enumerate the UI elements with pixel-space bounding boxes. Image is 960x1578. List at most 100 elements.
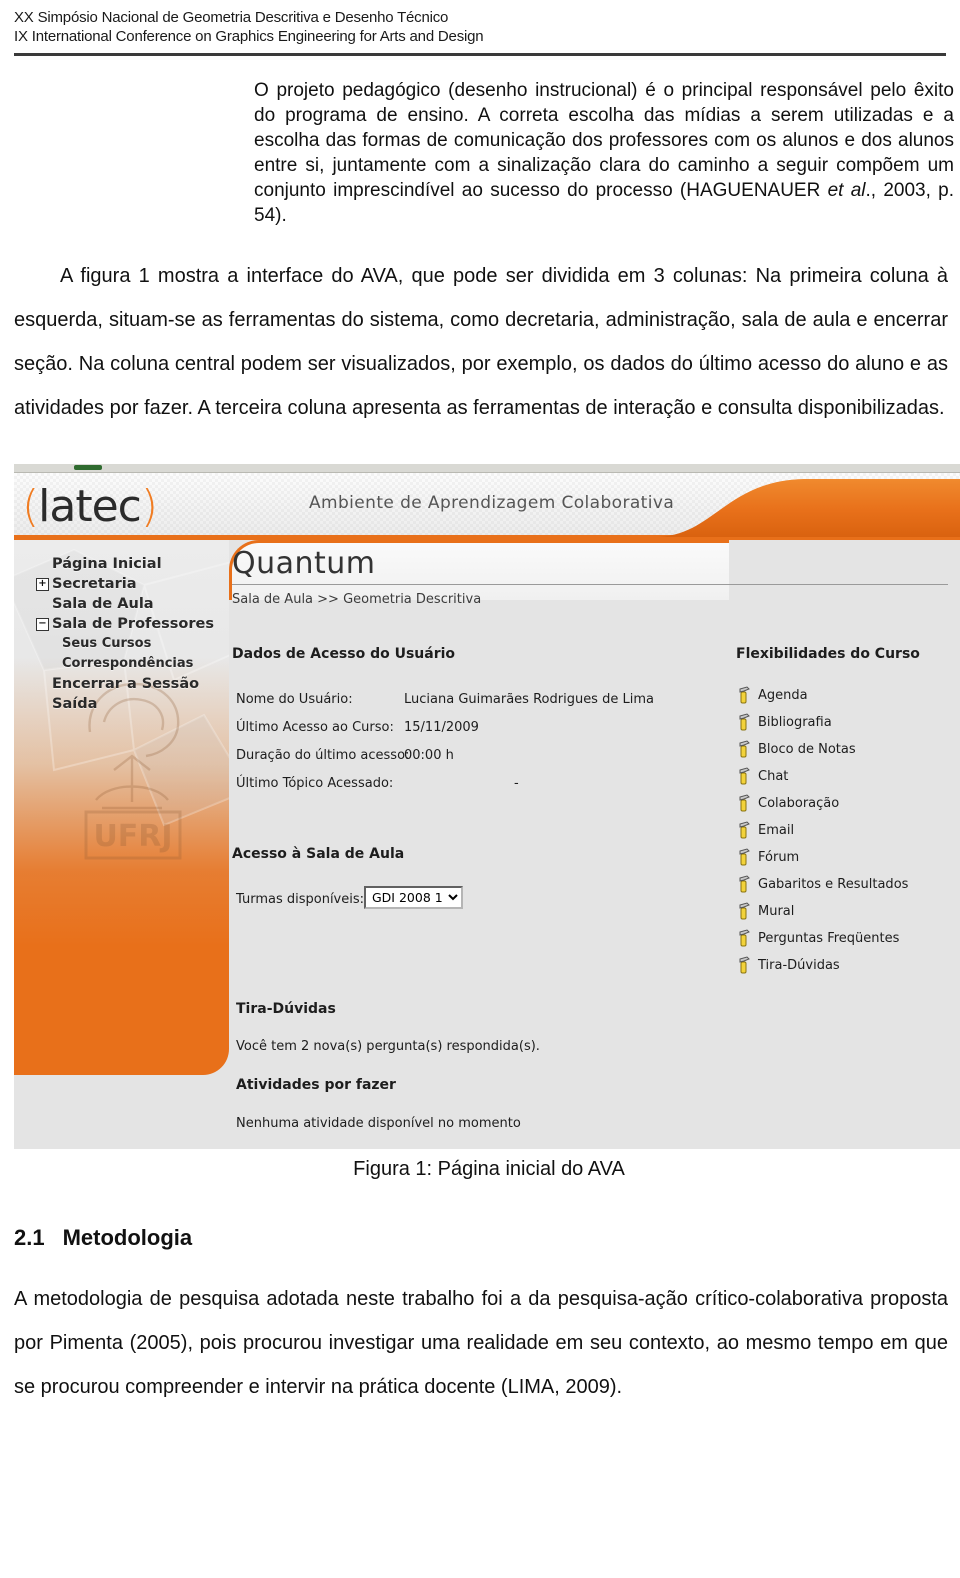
block-quote: O projeto pedagógico (desenho instrucion… [254,78,954,228]
label-ultimo-acesso: Último Acesso ao Curso: [236,720,394,735]
value-ultimo-acesso: 15/11/2009 [404,720,479,735]
sidebar-item-secretaria[interactable]: + Secretaria [14,574,229,594]
app-title: Quantum [232,546,376,581]
section-title-user-access: Dados de Acesso do Usuário [232,646,456,662]
sidebar-item-label: Sala de Professores [52,616,215,632]
tools-icon [739,956,750,974]
tools-icon [739,713,750,731]
tool-label: Chat [758,769,789,784]
section-title: Metodologia [62,1225,193,1250]
section-title-flexibilidades: Flexibilidades do Curso [736,646,920,662]
tool-label: Agenda [758,688,808,703]
expand-plus-icon[interactable]: + [36,578,49,591]
tool-item-tira-duvidas[interactable]: Tira-Dúvidas [736,952,908,979]
figure-1: Ambiente de Aprendizagem Colaborativa (l… [14,464,960,1181]
section-title-tira-duvidas: Tira-Dúvidas [236,1001,336,1017]
tool-label: Gabaritos e Resultados [758,877,909,892]
conference-title-en: IX International Conference on Graphics … [14,28,484,45]
latec-logo: (latec) [14,473,229,535]
tool-item-perguntas-frequentes[interactable]: Perguntas Freqüentes [736,925,908,952]
tool-item-mural[interactable]: Mural [736,898,908,925]
tools-icon [739,929,750,947]
sidebar-item-pagina-inicial[interactable]: Página Inicial [14,554,229,574]
tools-icon [739,767,750,785]
header-divider [14,53,946,56]
sidebar-item-encerrar-a-sessao[interactable]: Encerrar a Sessão [14,674,229,694]
tool-label: Perguntas Freqüentes [758,931,900,946]
tool-item-email[interactable]: Email [736,817,908,844]
app-title-divider [232,584,948,585]
tool-item-bloco-de-notas[interactable]: Bloco de Notas [736,736,908,763]
tool-label: Mural [758,904,795,919]
page-content: O projeto pedagógico (desenho instrucion… [0,78,960,1409]
tool-item-gabaritos-e-resultados[interactable]: Gabaritos e Resultados [736,871,908,898]
sidebar-item-label: Seus Cursos [62,636,152,651]
value-duracao-ultimo-acesso: 00:00 h [404,748,454,763]
sidebar-item-label: Sala de Aula [52,596,154,612]
left-sidebar: UFRJ Página Inicial + Secretaria Sala de… [14,540,229,1075]
green-marker-icon [74,465,102,470]
sidebar-item-label: Encerrar a Sessão [52,676,200,692]
svg-text:UFRJ: UFRJ [93,819,172,854]
collapse-minus-icon[interactable]: − [36,618,49,631]
paragraph-figure-description: A figura 1 mostra a interface do AVA, qu… [14,265,948,419]
value-nome-do-usuario: Luciana Guimarães Rodrigues de Lima [404,692,654,707]
window-top-strip [14,464,960,473]
tools-icon [739,686,750,704]
doubts-status-text: Você tem 2 nova(s) pergunta(s) respondid… [236,1039,540,1054]
label-duracao-ultimo-acesso: Duração do último acesso: [236,748,410,763]
sidebar-item-label: Secretaria [52,576,137,592]
sidebar-item-seus-cursos[interactable]: Seus Cursos [14,634,229,654]
tools-icon [739,902,750,920]
banner-subtitle: Ambiente de Aprendizagem Colaborativa [309,493,675,513]
sidebar-item-label: Página Inicial [52,556,162,572]
tool-label: Bloco de Notas [758,742,856,757]
tools-icon [739,848,750,866]
sidebar-item-label: Saída [52,696,98,712]
figure-caption: Figura 1: Página inicial do AVA [353,1158,625,1180]
section-title-atividades: Atividades por fazer [236,1077,396,1093]
logo-paren-left: ( [22,481,39,532]
tool-item-colaboracao[interactable]: Colaboração [736,790,908,817]
sidebar-item-sala-de-professores[interactable]: − Sala de Professores [14,614,229,634]
label-turmas-disponiveis: Turmas disponíveis: [236,892,365,907]
section-number: 2.1 [14,1225,45,1250]
turmas-select[interactable]: GDI 2008 1 [364,886,463,909]
conference-header: XX Simpósio Nacional de Geometria Descri… [0,0,960,46]
label-nome-do-usuario: Nome do Usuário: [236,692,353,707]
sidebar-item-sala-de-aula[interactable]: Sala de Aula [14,594,229,614]
tool-label: Tira-Dúvidas [758,958,840,973]
tool-item-chat[interactable]: Chat [736,763,908,790]
breadcrumb: Sala de Aula >> Geometria Descritiva [232,592,482,607]
tool-item-forum[interactable]: Fórum [736,844,908,871]
ava-screenshot: Ambiente de Aprendizagem Colaborativa (l… [14,464,960,1149]
paragraph-methodology: A metodologia de pesquisa adotada neste … [14,1288,948,1398]
section-title-classroom-access: Acesso à Sala de Aula [232,846,405,862]
quote-italic: et al [827,180,866,201]
sidebar-item-correspondencias[interactable]: Correspondências [14,654,229,674]
orange-swoosh-graphic [654,479,960,537]
latec-logo-text: (latec) [22,481,158,532]
tool-label: Fórum [758,850,800,865]
center-column [229,540,729,1075]
label-ultimo-topico: Último Tópico Acessado: [236,776,394,791]
logo-word: latec [38,481,142,532]
tools-icon [739,875,750,893]
sidebar-item-saida[interactable]: Saída [14,694,229,714]
tools-list: Agenda Bibliografia Bloco de Notas Chat … [736,682,908,979]
tool-label: Bibliografia [758,715,832,730]
activities-status-text: Nenhuma atividade disponível no momento [236,1116,521,1131]
tools-icon [739,794,750,812]
tool-item-agenda[interactable]: Agenda [736,682,908,709]
tool-label: Colaboração [758,796,840,811]
logo-paren-right: ) [140,481,158,532]
value-ultimo-topico: - [514,776,519,791]
sidebar-item-label: Correspondências [62,656,194,671]
tools-icon [739,821,750,839]
tool-item-bibliografia[interactable]: Bibliografia [736,709,908,736]
sidebar-menu: Página Inicial + Secretaria Sala de Aula… [14,554,229,714]
tool-label: Email [758,823,795,838]
section-heading: 2.1 Metodologia [14,1225,946,1251]
conference-title-pt: XX Simpósio Nacional de Geometria Descri… [14,9,449,26]
tools-icon [739,740,750,758]
